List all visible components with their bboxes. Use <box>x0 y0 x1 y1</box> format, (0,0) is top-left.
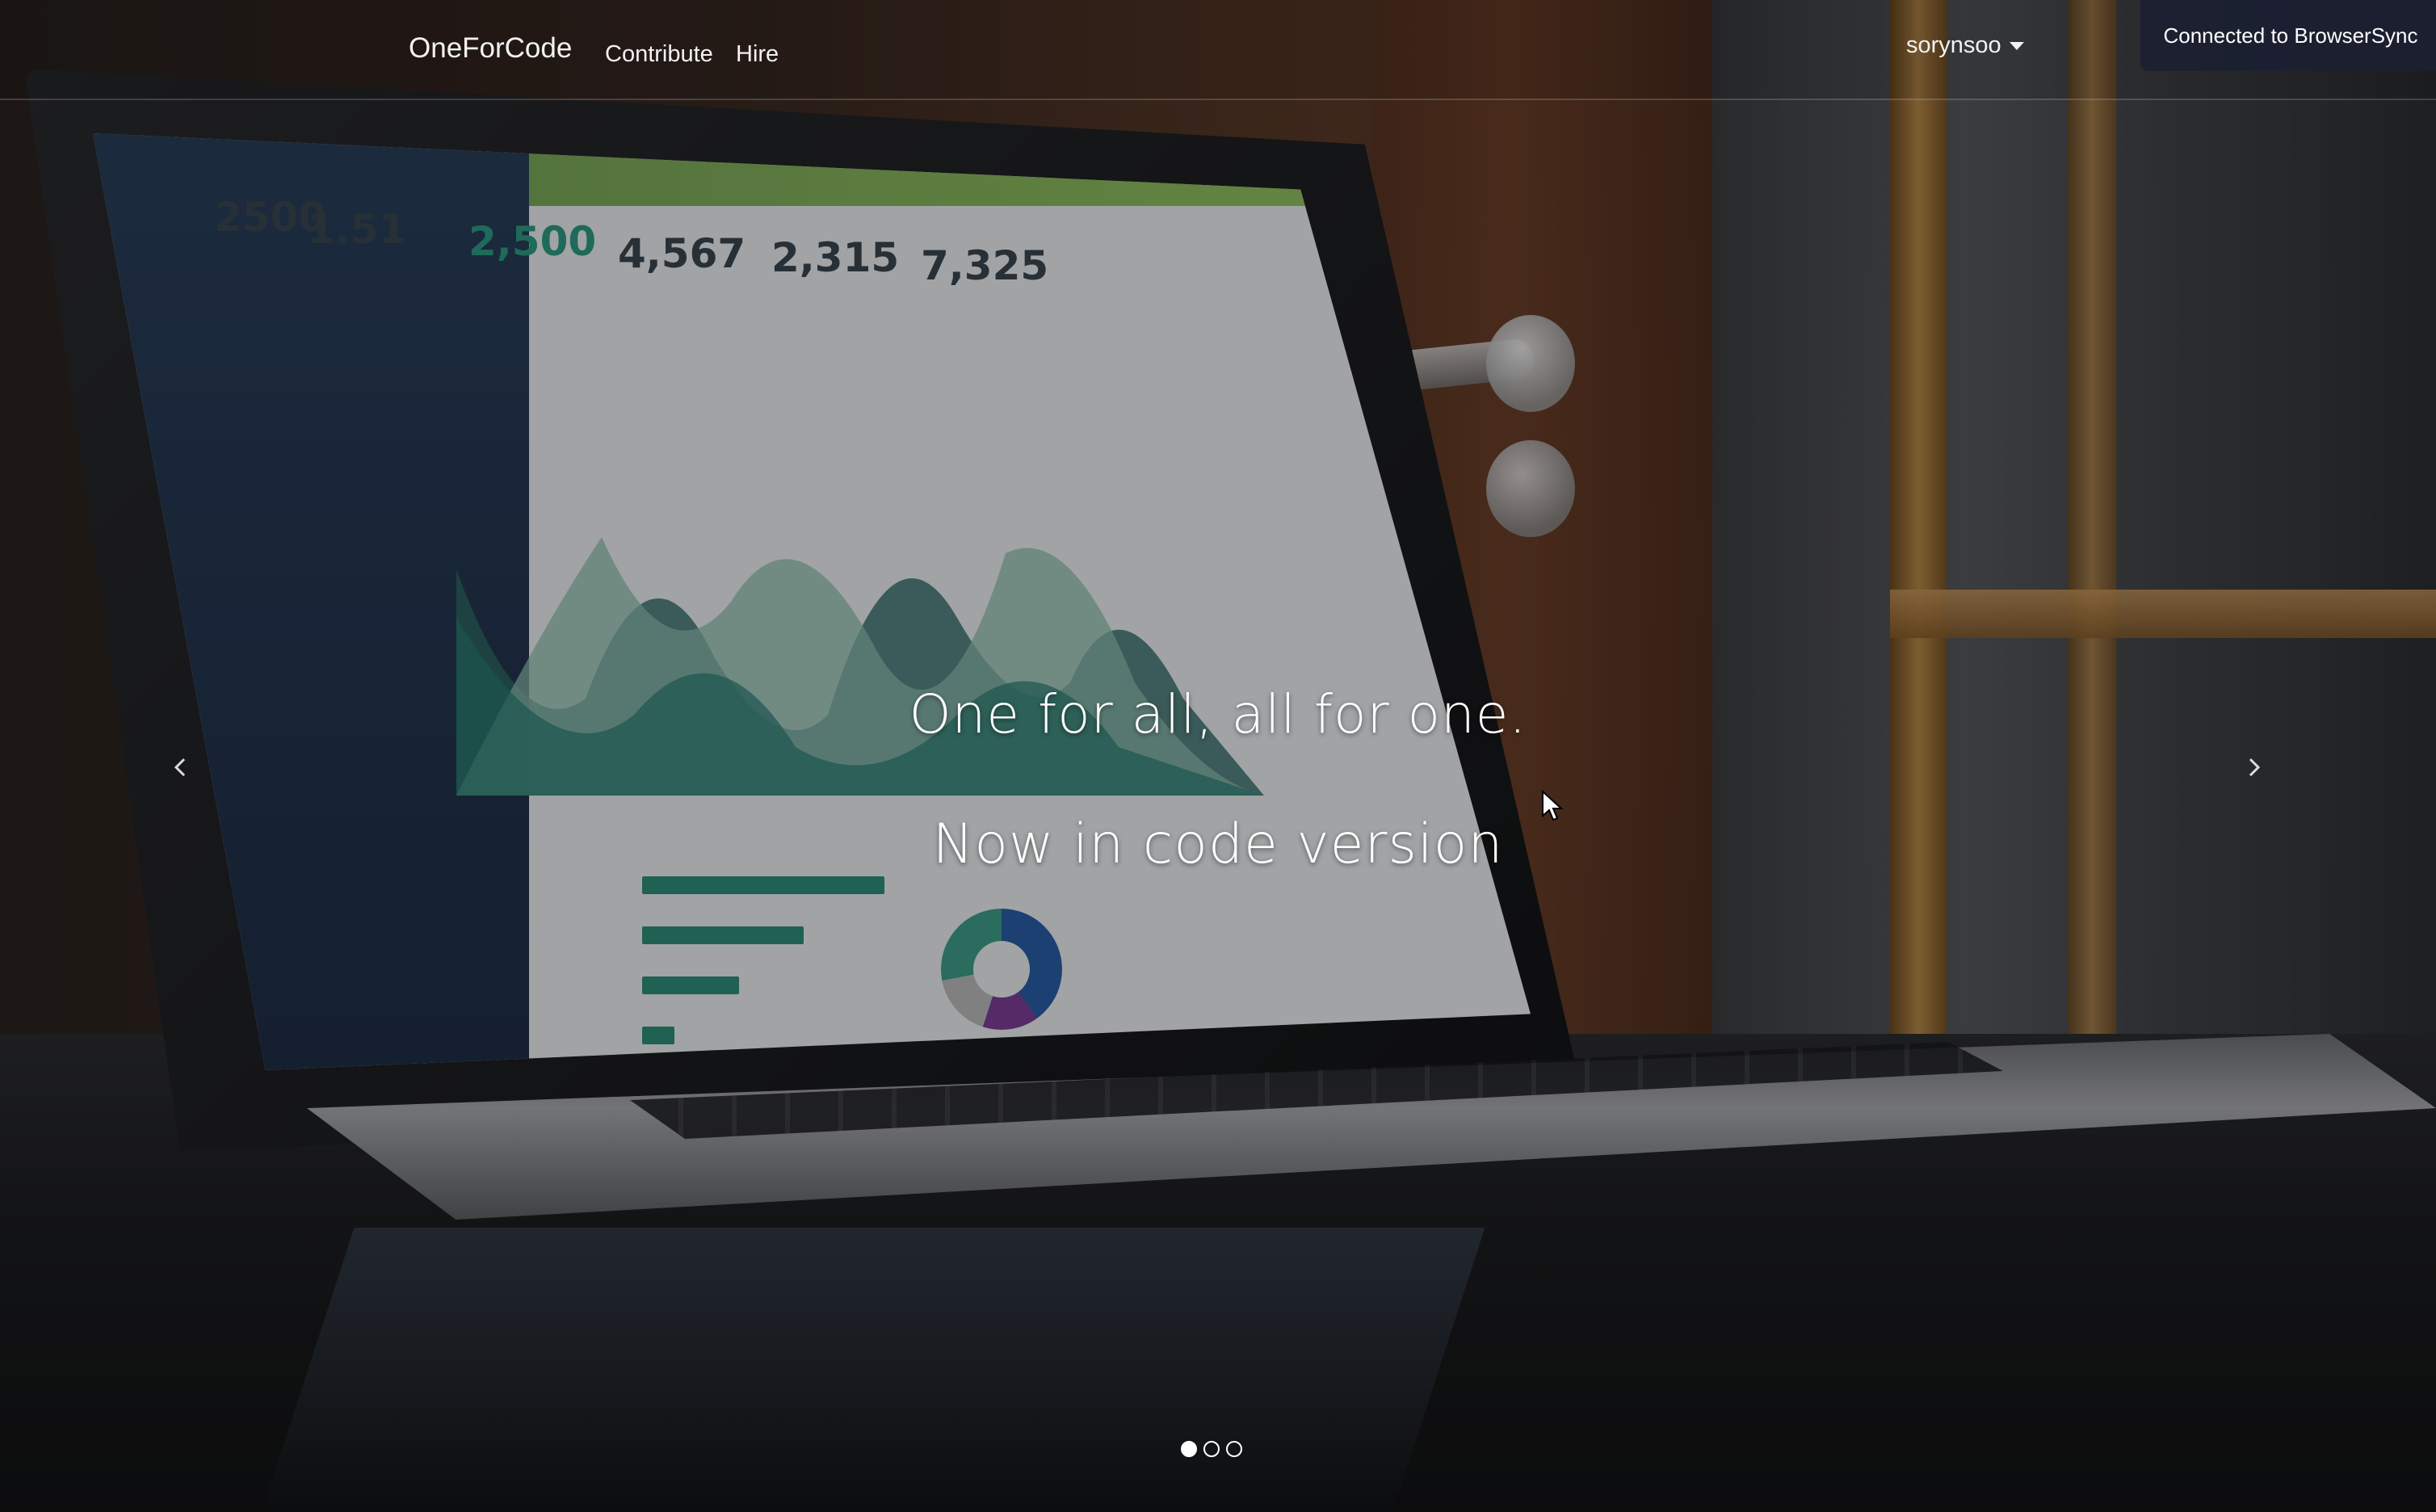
hero-overlay <box>0 0 2436 1512</box>
carousel-prev-button[interactable] <box>165 751 197 783</box>
mouse-cursor-icon <box>1542 790 1564 821</box>
carousel-caption-heading: One for all, all for one. <box>909 683 1527 746</box>
carousel-next-button[interactable] <box>2237 751 2270 783</box>
carousel-indicator-1[interactable] <box>1181 1441 1197 1457</box>
chevron-right-icon <box>2249 758 2261 777</box>
carousel-indicators <box>1181 1441 1242 1457</box>
carousel-caption-subheading: Now in code version <box>932 813 1504 876</box>
carousel-indicator-3[interactable] <box>1226 1441 1242 1457</box>
hero-carousel: 2500 1.51 2,500 4,567 2,315 7,325 One fo… <box>0 0 2436 1512</box>
nav-link-contribute[interactable]: Contribute <box>605 41 713 68</box>
browsersync-notification: Connected to BrowserSync <box>2140 0 2436 71</box>
caret-down-icon <box>2009 41 2024 50</box>
nav-link-hire[interactable]: Hire <box>736 41 779 68</box>
chevron-left-icon <box>174 758 186 777</box>
top-navbar: OneForCode Contribute Hire sorynsoo <box>0 0 2436 100</box>
brand-logo-link[interactable]: OneForCode <box>409 32 572 65</box>
user-dropdown-toggle[interactable]: sorynsoo <box>1906 32 2024 59</box>
carousel-indicator-2[interactable] <box>1203 1441 1220 1457</box>
username-label: sorynsoo <box>1906 32 2001 58</box>
